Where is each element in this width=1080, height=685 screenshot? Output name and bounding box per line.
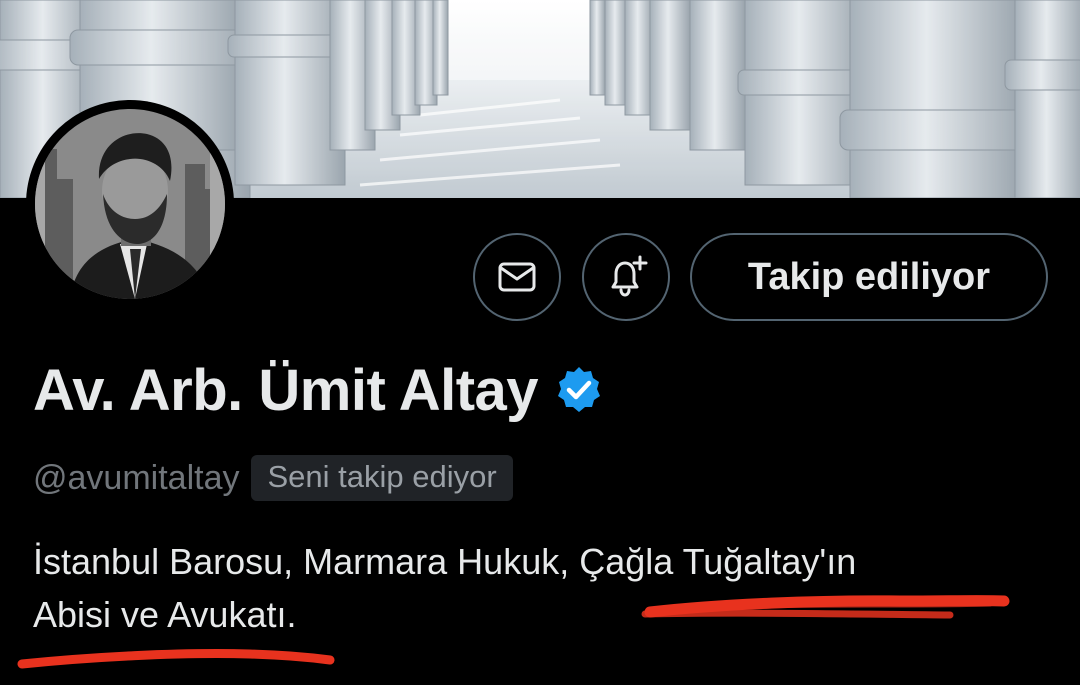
avatar-photo [35,109,225,299]
profile-bio: İstanbul Barosu, Marmara Hukuk, Çağla Tu… [33,535,1033,641]
bell-plus-icon [611,255,648,297]
notifications-button[interactable] [582,233,670,321]
display-name: Av. Arb. Ümit Altay [33,357,539,423]
bio-line: İstanbul Barosu, Marmara Hukuk, Çağla Tu… [33,541,857,582]
username-handle: @avumitaltay [33,458,240,497]
avatar[interactable] [26,100,234,308]
handle-row: @avumitaltay Seni takip ediyor [33,452,513,504]
bio-line: Abisi ve Avukatı. [33,594,297,635]
name-row: Av. Arb. Ümit Altay [33,357,604,423]
follows-you-badge: Seni takip ediyor [251,455,513,501]
following-button[interactable]: Takip ediliyor [690,233,1048,321]
message-button[interactable] [473,233,561,321]
verified-badge-icon[interactable] [554,365,604,415]
mail-icon [498,262,536,292]
